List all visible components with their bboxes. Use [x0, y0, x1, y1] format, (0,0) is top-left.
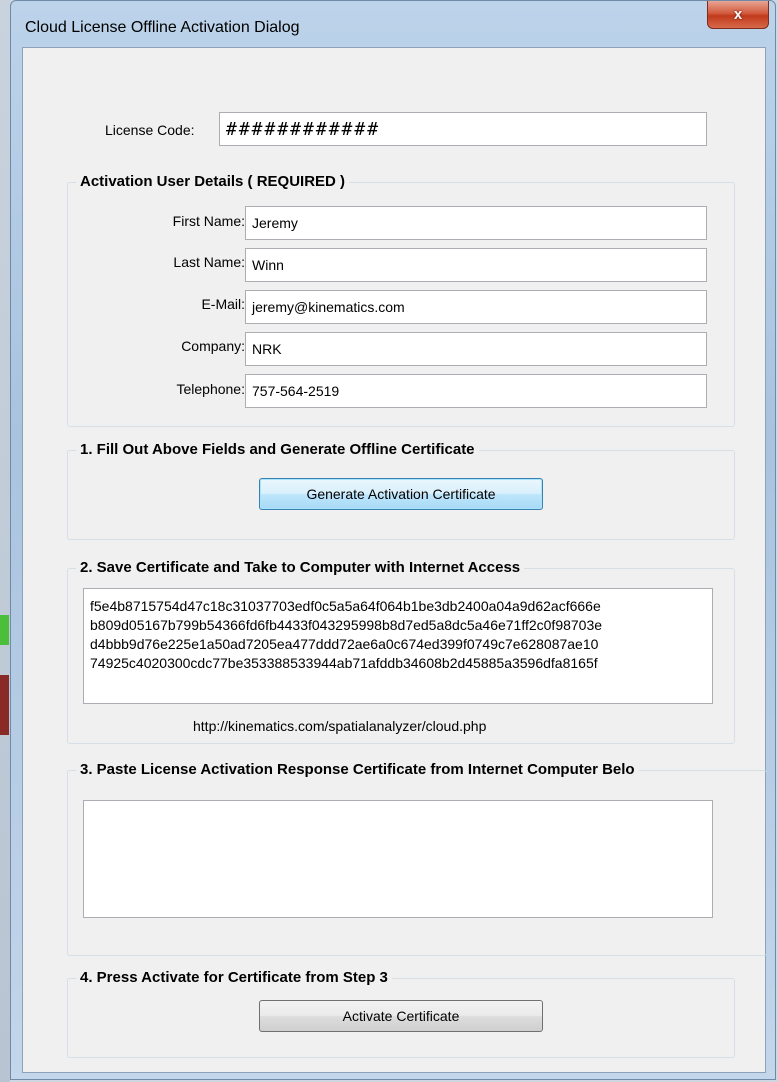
- dialog-window: Cloud License Offline Activation Dialog …: [10, 0, 776, 1080]
- certificate-line: d4bbb9d76e225e1a50ad7205ea477ddd72ae6a0c…: [90, 636, 599, 652]
- license-code-value: ############: [226, 118, 381, 140]
- generate-certificate-label: Generate Activation Certificate: [306, 486, 496, 502]
- telephone-field[interactable]: 757-564-2519: [245, 374, 707, 408]
- close-button[interactable]: x: [707, 1, 769, 29]
- activate-certificate-label: Activate Certificate: [342, 1008, 460, 1024]
- email-field[interactable]: jeremy@kinematics.com: [245, 290, 707, 324]
- telephone-value: 757-564-2519: [252, 383, 340, 399]
- step4-title: 4. Press Activate for Certificate from S…: [76, 969, 392, 986]
- cloud-url-text: http://kinematics.com/spatialanalyzer/cl…: [193, 718, 487, 734]
- first-name-field[interactable]: Jeremy: [245, 206, 707, 240]
- window-title: Cloud License Offline Activation Dialog: [25, 19, 300, 36]
- background-red-mark: [0, 675, 9, 735]
- generate-certificate-button[interactable]: Generate Activation Certificate: [259, 478, 543, 510]
- title-bar[interactable]: Cloud License Offline Activation Dialog …: [11, 1, 775, 47]
- activation-user-details-title: Activation User Details ( REQUIRED ): [76, 173, 350, 190]
- certificate-line: 74925c4020300cdc77be353388533944ab71afdd…: [90, 655, 598, 671]
- last-name-value: Winn: [252, 257, 284, 273]
- dialog-client-area: License Code: ############ Activation Us…: [22, 47, 767, 1073]
- license-code-label: License Code:: [105, 122, 195, 138]
- response-certificate-textarea[interactable]: [83, 800, 713, 918]
- last-name-field[interactable]: Winn: [245, 248, 707, 282]
- activate-certificate-button[interactable]: Activate Certificate: [259, 1000, 543, 1032]
- certificate-textarea[interactable]: f5e4b8715754d47c18c31037703edf0c5a5a64f0…: [83, 588, 713, 704]
- license-code-field[interactable]: ############: [219, 112, 707, 146]
- close-icon: x: [733, 6, 743, 23]
- first-name-label: First Name:: [172, 213, 245, 229]
- email-value: jeremy@kinematics.com: [252, 299, 405, 315]
- certificate-line: b809d05167b799b54366fd6fb4433f043295998b…: [90, 617, 603, 633]
- last-name-label: Last Name:: [173, 254, 245, 270]
- company-label: Company:: [181, 338, 245, 354]
- first-name-value: Jeremy: [252, 215, 298, 231]
- step1-title: 1. Fill Out Above Fields and Generate Of…: [76, 441, 479, 458]
- email-label: E-Mail:: [201, 296, 245, 312]
- step3-title: 3. Paste License Activation Response Cer…: [76, 761, 639, 778]
- certificate-line: f5e4b8715754d47c18c31037703edf0c5a5a64f0…: [90, 598, 601, 614]
- background-strip: [0, 0, 10, 1082]
- telephone-label: Telephone:: [176, 381, 245, 397]
- company-value: NRK: [252, 341, 282, 357]
- background-green-mark: [0, 615, 9, 645]
- company-field[interactable]: NRK: [245, 332, 707, 366]
- step2-title: 2. Save Certificate and Take to Computer…: [76, 559, 525, 576]
